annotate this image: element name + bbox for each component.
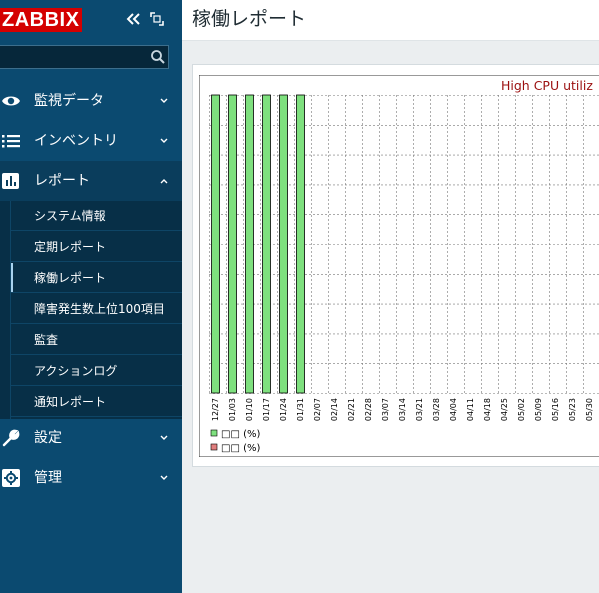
nav-reports-label: レポート [34,173,90,189]
x-tick-label: 02/28 [364,398,373,421]
x-tick-label: 01/17 [262,398,271,421]
nav-reports[interactable]: レポート [0,161,182,201]
chart-bar [245,94,254,394]
x-tick-label: 03/28 [432,398,441,421]
sidebar: ZABBIX 監視データ インベントリ レポート システム情報 定期レポート 稼… [0,0,182,593]
list-icon [2,135,20,148]
chart-bar [228,94,237,394]
x-tick-label: 12/27 [211,398,220,421]
x-tick-label: 01/24 [279,398,288,421]
submenu-audit[interactable]: 監査 [10,325,182,355]
zabbix-logo[interactable]: ZABBIX [0,8,83,32]
submenu-system-info[interactable]: システム情報 [10,201,182,231]
submenu-scheduled-reports[interactable]: 定期レポート [10,232,182,262]
x-tick-label: 03/07 [381,398,390,421]
x-tick-label: 02/07 [313,398,322,421]
chevron-down-icon [160,138,168,143]
x-tick-label: 04/25 [500,398,509,421]
availability-chart: High CPU utiliz 12/27 01/03 01/10 01/17 01/2… [199,75,599,457]
bar-chart-icon [2,173,19,189]
submenu-audit-label: 監査 [34,333,59,347]
x-tick-label: 04/11 [466,398,475,421]
chart-bar [262,94,271,394]
nav-monitoring[interactable]: 監視データ [0,81,182,121]
x-tick-label: 02/14 [330,398,339,421]
chart-title: High CPU utiliz [501,78,593,93]
page-title: 稼働レポート [192,8,307,30]
chart-x-ticks: 12/27 01/03 01/10 01/17 01/24 01/31 02/07 02/14… [211,398,594,421]
submenu-action-log-label: アクションログ [34,364,118,378]
nav-monitoring-label: 監視データ [34,93,104,109]
x-tick-label: 02/21 [347,398,356,421]
submenu-availability-report[interactable]: 稼働レポート [10,263,182,293]
x-tick-label: 01/31 [296,398,305,421]
x-tick-label: 05/16 [551,398,560,421]
search-input[interactable] [0,45,169,69]
submenu-availability-report-label: 稼働レポート [34,271,107,285]
chevron-down-icon [160,98,168,103]
x-tick-label: 05/09 [534,398,543,421]
nav-configuration[interactable]: 設定 [0,418,182,458]
nav-administration-label: 管理 [34,470,62,486]
reports-submenu: システム情報 定期レポート 稼働レポート 障害発生数上位100項目 監査 アクシ… [0,201,182,419]
chevron-down-icon [160,475,168,480]
x-tick-label: 05/30 [585,398,594,421]
x-tick-label: 01/03 [228,398,237,421]
legend-label: □□ (%) [221,443,260,454]
chevron-down-icon [160,435,168,440]
nav-administration[interactable]: 管理 [0,458,182,498]
submenu-scheduled-reports-label: 定期レポート [34,240,107,254]
chart-bar [296,94,305,394]
submenu-top-100-triggers[interactable]: 障害発生数上位100項目 [10,294,182,324]
expand-icon[interactable] [148,10,166,28]
nav-inventory[interactable]: インベントリ [0,121,182,161]
x-tick-label: 05/02 [517,398,526,421]
submenu-notifications[interactable]: 通知レポート [10,387,182,417]
x-tick-label: 03/21 [415,398,424,421]
submenu-system-info-label: システム情報 [34,209,106,223]
nav-configuration-label: 設定 [34,430,62,446]
x-tick-label: 05/23 [568,398,577,421]
eye-icon [2,96,20,106]
chevron-up-icon [160,179,168,184]
chart-bar [279,94,288,394]
legend-swatch [210,443,218,451]
submenu-guide-line [10,201,11,419]
legend-label: □□ (%) [221,429,260,440]
x-tick-label: 04/04 [449,398,458,421]
x-tick-label: 04/18 [483,398,492,421]
submenu-action-log[interactable]: アクションログ [10,356,182,386]
search-icon[interactable] [150,49,166,65]
submenu-notifications-label: 通知レポート [34,395,107,409]
double-chevron-left-icon[interactable] [124,10,142,28]
nav-inventory-label: インベントリ [34,133,118,149]
legend-swatch [210,429,218,437]
x-tick-label: 03/14 [398,398,407,421]
x-tick-label: 01/10 [245,398,254,421]
chart-bar [211,94,220,394]
main-content: 稼働レポート High CPU utiliz 12/27 01/03 01/10 01… [182,0,599,593]
submenu-top-100-triggers-label: 障害発生数上位100項目 [34,302,165,316]
page-header: 稼働レポート [182,0,599,41]
wrench-icon [2,429,20,447]
gear-icon [2,469,20,487]
report-panel: High CPU utiliz 12/27 01/03 01/10 01/17 01/2… [192,64,599,467]
